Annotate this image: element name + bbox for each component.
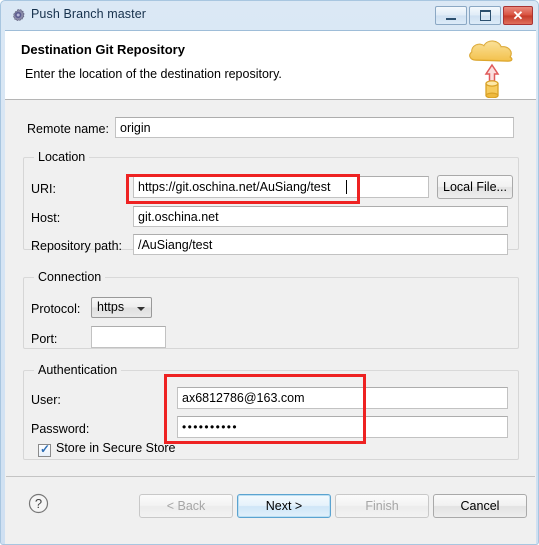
back-button[interactable]: < Back [139,494,233,518]
minimize-button[interactable] [435,6,467,25]
authentication-group-label: Authentication [34,363,122,377]
local-file-button[interactable]: Local File... [437,175,513,199]
repository-path-input[interactable] [133,234,508,255]
footer-divider [6,476,535,477]
title-bar[interactable]: Push Branch master ✕ [5,2,536,30]
protocol-select[interactable]: https [91,297,152,318]
wizard-header: Destination Git Repository Enter the loc… [5,30,536,100]
uri-input[interactable] [133,176,429,198]
uri-label: URI: [31,182,56,196]
finish-button[interactable]: Finish [335,494,429,518]
cloud-upload-icon [463,34,521,99]
port-label: Port: [31,332,58,346]
user-label: User: [31,393,61,407]
remote-name-input[interactable] [115,117,514,138]
page-title: Destination Git Repository [21,42,185,57]
close-icon: ✕ [512,7,524,23]
wizard-body: Remote name: Location URI: Local File...… [5,100,536,544]
password-label: Password: [31,422,90,436]
chevron-down-icon [137,307,145,311]
window-title: Push Branch master [31,7,147,21]
dialog-window: Push Branch master ✕ Destination Git Rep… [0,0,539,545]
gear-icon [10,8,26,24]
protocol-label: Protocol: [31,302,81,316]
next-button[interactable]: Next > [237,494,331,518]
svg-text:?: ? [35,496,42,511]
user-input[interactable] [177,387,508,409]
maximize-button[interactable] [469,6,501,25]
host-input[interactable] [133,206,508,227]
password-input[interactable] [177,416,508,438]
text-caret [346,180,347,194]
check-icon: ✓ [40,442,51,456]
location-group-label: Location [34,150,90,164]
store-secure-checkbox[interactable]: ✓ [38,442,51,457]
window-inner: Push Branch master ✕ Destination Git Rep… [5,2,536,544]
page-subtitle: Enter the location of the destination re… [25,67,282,81]
protocol-selected-value: https [97,300,125,314]
close-button[interactable]: ✕ [503,6,533,25]
host-label: Host: [31,211,61,225]
connection-group-label: Connection [34,270,106,284]
repository-path-label: Repository path: [31,239,123,253]
cancel-button[interactable]: Cancel [433,494,527,518]
store-secure-label: Store in Secure Store [56,441,176,455]
remote-name-label: Remote name: [27,122,109,136]
port-input[interactable] [91,326,166,348]
question-mark-icon[interactable]: ? [28,493,49,514]
